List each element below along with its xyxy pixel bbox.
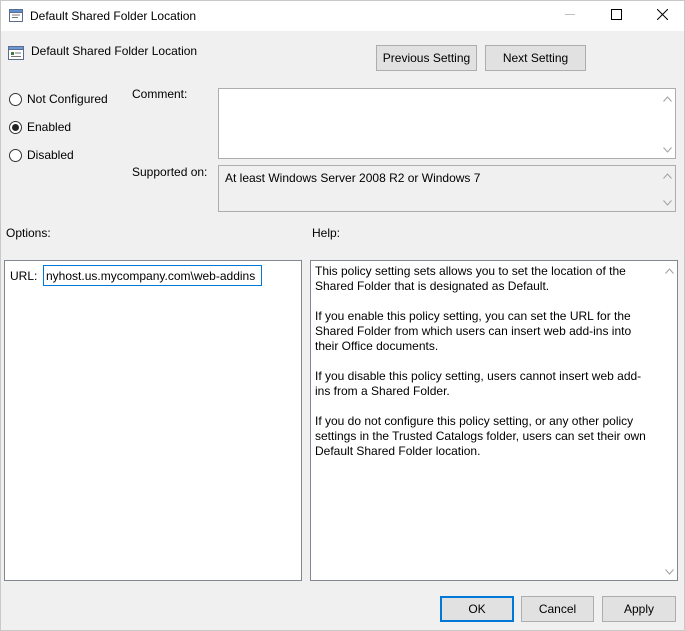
scroll-up-icon[interactable]: [663, 94, 672, 103]
url-input[interactable]: nyhost.us.mycompany.com\web-addins: [43, 265, 262, 286]
help-text: This policy setting sets allows you to s…: [315, 264, 655, 474]
dialog-window: Default Shared Folder Location Default S…: [0, 0, 685, 631]
radio-enabled[interactable]: Enabled: [9, 119, 71, 135]
radio-label: Not Configured: [27, 92, 108, 106]
url-label: URL:: [10, 269, 38, 283]
minimize-icon: [564, 9, 576, 23]
radio-disabled[interactable]: Disabled: [9, 147, 74, 163]
supported-on-label: Supported on:: [132, 165, 208, 179]
comment-label: Comment:: [132, 87, 188, 101]
scroll-up-icon[interactable]: [665, 266, 674, 275]
maximize-button[interactable]: [593, 1, 639, 31]
help-paragraph: If you enable this policy setting, you c…: [315, 309, 632, 353]
radio-circle[interactable]: [9, 148, 22, 162]
radio-not-configured[interactable]: Not Configured: [9, 91, 108, 107]
scroll-down-icon[interactable]: [663, 198, 672, 207]
radio-label: Enabled: [27, 120, 72, 134]
policy-title: Default Shared Folder Location: [31, 44, 198, 58]
maximize-icon: [610, 9, 622, 23]
close-icon: [656, 8, 668, 23]
scroll-down-icon[interactable]: [665, 567, 674, 576]
window-title: Default Shared Folder Location: [30, 9, 197, 23]
minimize-button[interactable]: [547, 1, 593, 31]
comment-textarea[interactable]: [218, 88, 676, 159]
scroll-down-icon[interactable]: [663, 145, 672, 154]
radio-circle[interactable]: [9, 92, 22, 106]
policy-window-icon: [9, 9, 23, 22]
ok-button[interactable]: OK: [440, 596, 514, 622]
title-bar: Default Shared Folder Location: [1, 1, 684, 31]
supported-scrollbar[interactable]: [660, 166, 675, 211]
comment-scrollbar[interactable]: [660, 89, 675, 158]
scroll-up-icon[interactable]: [663, 171, 672, 180]
radio-circle-selected[interactable]: [9, 120, 22, 134]
supported-on-box: At least Windows Server 2008 R2 or Windo…: [218, 165, 676, 212]
help-scrollbar[interactable]: [662, 261, 677, 580]
options-label: Options:: [6, 226, 51, 240]
radio-label: Disabled: [27, 148, 74, 162]
previous-setting-button[interactable]: Previous Setting: [376, 45, 477, 71]
close-button[interactable]: [639, 1, 685, 31]
options-pane: URL: nyhost.us.mycompany.com\web-addins: [4, 260, 302, 581]
cancel-button[interactable]: Cancel: [521, 596, 594, 622]
help-paragraph: If you disable this policy setting, user…: [315, 369, 642, 398]
help-label: Help:: [312, 226, 341, 240]
policy-setting-icon: [8, 45, 24, 61]
help-paragraph: If you do not configure this policy sett…: [315, 414, 646, 458]
next-setting-button[interactable]: Next Setting: [485, 45, 586, 71]
help-pane: This policy setting sets allows you to s…: [310, 260, 678, 581]
supported-on-value: At least Windows Server 2008 R2 or Windo…: [225, 171, 481, 185]
apply-button[interactable]: Apply: [602, 596, 676, 622]
help-paragraph: This policy setting sets allows you to s…: [315, 264, 626, 293]
